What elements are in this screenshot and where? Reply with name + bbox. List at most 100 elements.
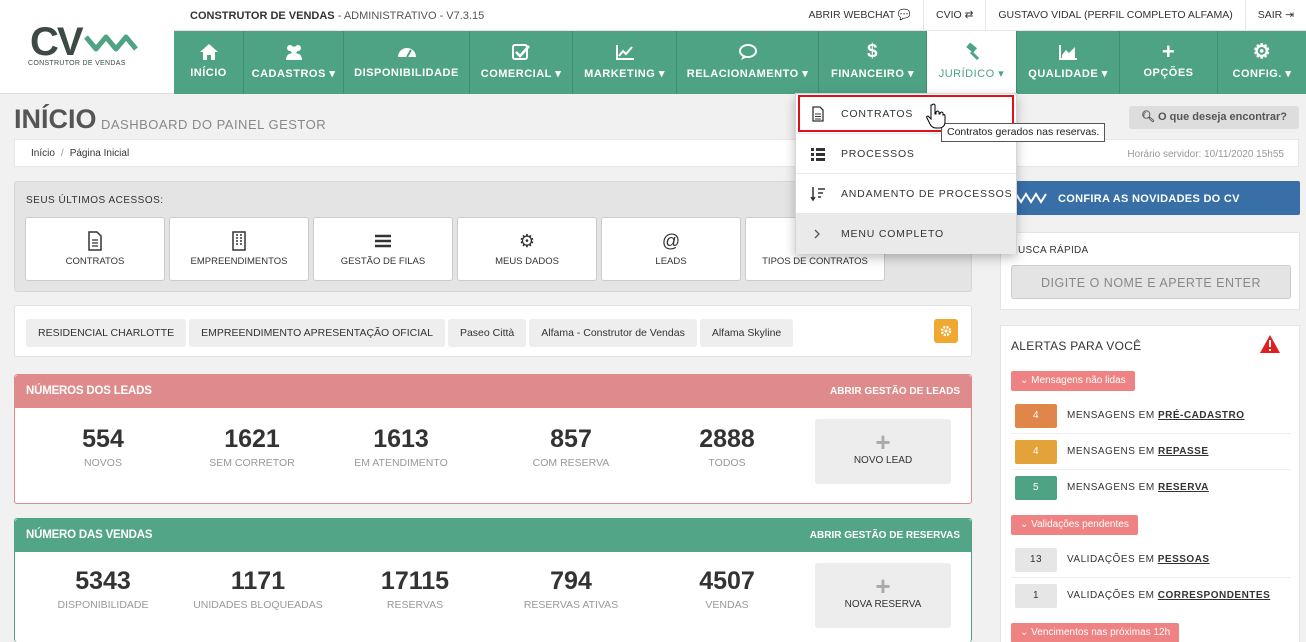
enterprise-item[interactable]: Alfama - Construtor de Vendas xyxy=(529,319,697,347)
nav-config[interactable]: ⚙ CONFIG. ▾ xyxy=(1218,31,1306,94)
alert-count: 4 xyxy=(1015,404,1057,428)
alert-row[interactable]: 4 MENSAGENS EM REPASSE xyxy=(1011,434,1291,470)
sales-panel: NÚMERO DAS VENDAS ABRIR GESTÃO DE RESERV… xyxy=(14,518,972,642)
alert-row[interactable]: 4 MENSAGENS EM PRÉ-CADASTRO xyxy=(1011,398,1291,434)
enterprise-shortcuts: RESIDENCIAL CHARLOTTE EMPREENDIMENTO APR… xyxy=(14,305,972,357)
recent-tile-contratos[interactable]: CONTRATOS xyxy=(25,217,165,281)
leads-panel: NÚMEROS DOS LEADS ABRIR GESTÃO DE LEADS … xyxy=(14,374,972,504)
recent-tile-gestao-filas[interactable]: GESTÃO DE FILAS xyxy=(313,217,453,281)
news-banner[interactable]: CONFIRA AS NOVIDADES DO CV xyxy=(1000,181,1300,215)
swap-icon: ⇄ xyxy=(964,9,974,21)
nav-inicio[interactable]: INÍCIO xyxy=(174,31,244,94)
enterprise-item[interactable]: RESIDENCIAL CHARLOTTE xyxy=(26,319,187,347)
logo-text: CV xyxy=(30,20,84,64)
webchat-link[interactable]: ABRIR WEBCHAT 💬 xyxy=(796,0,923,31)
document-icon xyxy=(88,231,102,251)
nav-relacionamento[interactable]: RELACIONAMENTO ▾ xyxy=(677,31,819,94)
check-square-icon xyxy=(512,44,530,60)
top-bar: CONSTRUTOR DE VENDAS - ADMINISTRATIVO - … xyxy=(174,0,1306,31)
alerts-title: ALERTAS PARA VOCÊ xyxy=(1011,339,1142,353)
breadcrumb-home[interactable]: Início xyxy=(31,148,55,159)
gears-icon: ⚙ xyxy=(518,231,536,251)
open-leads-link[interactable]: ABRIR GESTÃO DE LEADS xyxy=(830,386,960,397)
dropdown-item-andamento[interactable]: ANDAMENTO DE PROCESSOS xyxy=(796,174,1016,214)
alert-link[interactable]: RESERVA xyxy=(1158,482,1209,493)
alert-group-validacoes[interactable]: ⌄ Validações pendentes xyxy=(1011,515,1138,535)
sales-stat-unidades-bloqueadas[interactable]: 1171 UNIDADES BLOQUEADAS xyxy=(183,567,333,611)
home-icon xyxy=(199,44,218,60)
recent-tile-empreendimentos[interactable]: EMPREENDIMENTOS xyxy=(169,217,309,281)
dropdown-item-menu-completo[interactable]: MENU COMPLETO xyxy=(796,214,1016,254)
alert-count: 13 xyxy=(1015,548,1057,572)
gauge-icon xyxy=(397,48,416,58)
lead-stat-com-reserva[interactable]: 857 COM RESERVA xyxy=(496,425,646,469)
lead-stat-em-atendimento[interactable]: 1613 EM ATENDIMENTO xyxy=(326,425,476,469)
dollar-icon: $ xyxy=(866,41,879,62)
nav-marketing[interactable]: MARKETING ▾ xyxy=(573,31,677,94)
chat-icon xyxy=(738,44,757,60)
nav-cadastros[interactable]: CADASTROS ▾ xyxy=(244,31,344,94)
alert-link[interactable]: PESSOAS xyxy=(1158,554,1210,565)
chevron-down-icon: ⌄ xyxy=(1020,627,1029,638)
alert-row[interactable]: 1 VALIDAÇÕES EM CORRESPONDENTES xyxy=(1011,578,1291,614)
new-lead-button[interactable]: + NOVO LEAD xyxy=(815,419,951,484)
nav-qualidade[interactable]: QUALIDADE ▾ xyxy=(1017,31,1120,94)
recent-access-title: SEUS ÚLTIMOS ACESSOS: xyxy=(26,195,164,206)
server-time: Horário servidor: 10/11/2020 15h55 xyxy=(1127,149,1284,160)
enterprise-settings-button[interactable] xyxy=(934,319,958,343)
lead-stat-novos[interactable]: 554 NOVOS xyxy=(28,425,178,469)
alert-count: 4 xyxy=(1015,440,1057,464)
alert-group-mensagens[interactable]: ⌄ Mensagens não lidas xyxy=(1011,371,1135,391)
recent-tile-meus-dados[interactable]: ⚙ MEUS DADOS xyxy=(457,217,597,281)
breadcrumb: Início / Página Inicial Horário servidor: … xyxy=(14,139,1299,167)
logout-link[interactable]: SAIR ⇥ xyxy=(1244,0,1306,31)
alert-link[interactable]: PRÉ-CADASTRO xyxy=(1158,410,1245,421)
enterprise-item[interactable]: Paseo Città xyxy=(447,319,527,347)
chevron-right-icon xyxy=(814,229,820,239)
sales-stat-vendas[interactable]: 4507 VENDAS xyxy=(652,567,802,611)
alert-row[interactable]: 5 MENSAGENS EM RESERVA xyxy=(1011,470,1291,506)
open-reservations-link[interactable]: ABRIR GESTÃO DE RESERVAS xyxy=(810,530,960,541)
quick-search-panel: BUSCA RÁPIDA DIGITE O NOME E APERTE ENTE… xyxy=(1000,232,1300,310)
page-subtitle: DASHBOARD DO PAINEL GESTOR xyxy=(101,117,327,132)
alert-link[interactable]: CORRESPONDENTES xyxy=(1158,590,1271,601)
nav-disponibilidade[interactable]: DISPONIBILIDADE xyxy=(344,31,470,94)
recent-tile-leads[interactable]: @ LEADS xyxy=(601,217,741,281)
gavel-icon xyxy=(965,43,979,61)
nav-juridico[interactable]: JURÍDICO ▾ xyxy=(927,31,1017,94)
building-icon xyxy=(232,231,246,251)
alerts-panel: ALERTAS PARA VOCÊ ⌄ Mensagens não lidas … xyxy=(1000,325,1300,642)
plus-icon: + xyxy=(875,427,891,457)
plus-icon: + xyxy=(1161,39,1176,64)
lead-stat-todos[interactable]: 2888 TODOS xyxy=(652,425,802,469)
enterprise-item[interactable]: Alfama Skyline xyxy=(699,319,794,347)
nav-opcoes[interactable]: + OPÇÕES xyxy=(1120,31,1218,94)
sales-stat-reservas[interactable]: 17115 RESERVAS xyxy=(340,567,490,611)
cv-logo-icon xyxy=(1015,192,1047,204)
new-reservation-button[interactable]: + NOVA RESERVA xyxy=(815,563,951,628)
hand-cursor-icon xyxy=(926,103,946,129)
quick-search-input[interactable]: DIGITE O NOME E APERTE ENTER xyxy=(1011,265,1291,299)
global-search-button[interactable]: 🔍︎ O que deseja encontrar? xyxy=(1129,106,1299,129)
nav-comercial[interactable]: COMERCIAL ▾ xyxy=(470,31,573,94)
leads-panel-title: NÚMEROS DOS LEADS xyxy=(26,385,152,397)
chart-area-icon xyxy=(1059,45,1077,60)
cvio-link[interactable]: CVIO ⇄ xyxy=(922,0,985,31)
nav-financeiro[interactable]: $ FINANCEIRO ▾ xyxy=(819,31,927,94)
app-title: CONSTRUTOR DE VENDAS - ADMINISTRATIVO - … xyxy=(190,10,485,22)
enterprise-item[interactable]: EMPREENDIMENTO APRESENTAÇÃO OFICIAL xyxy=(189,319,445,347)
logo[interactable]: CV CONSTRUTOR DE VENDAS xyxy=(0,0,174,94)
alert-group-vencimentos[interactable]: ⌄ Vencimentos nas próximas 12h xyxy=(1011,623,1180,642)
sales-stat-disponibilidade[interactable]: 5343 DISPONIBILIDADE xyxy=(28,567,178,611)
alert-row[interactable]: 13 VALIDAÇÕES EM PESSOAS xyxy=(1011,542,1291,578)
alert-count: 5 xyxy=(1015,476,1057,500)
alert-count: 1 xyxy=(1015,584,1057,608)
search-icon: 🔍︎ xyxy=(1140,111,1155,123)
user-profile-link[interactable]: GUSTAVO VIDAL (PERFIL COMPLETO ALFAMA) xyxy=(985,0,1244,31)
alert-link[interactable]: REPASSE xyxy=(1158,446,1209,457)
gear-icon: ⚙ xyxy=(1252,41,1272,63)
sales-stat-reservas-ativas[interactable]: 794 RESERVAS ATIVAS xyxy=(496,567,646,611)
chat-icon: 💬 xyxy=(897,9,911,21)
plus-icon: + xyxy=(875,571,891,601)
lead-stat-sem-corretor[interactable]: 1621 SEM CORRETOR xyxy=(177,425,327,469)
